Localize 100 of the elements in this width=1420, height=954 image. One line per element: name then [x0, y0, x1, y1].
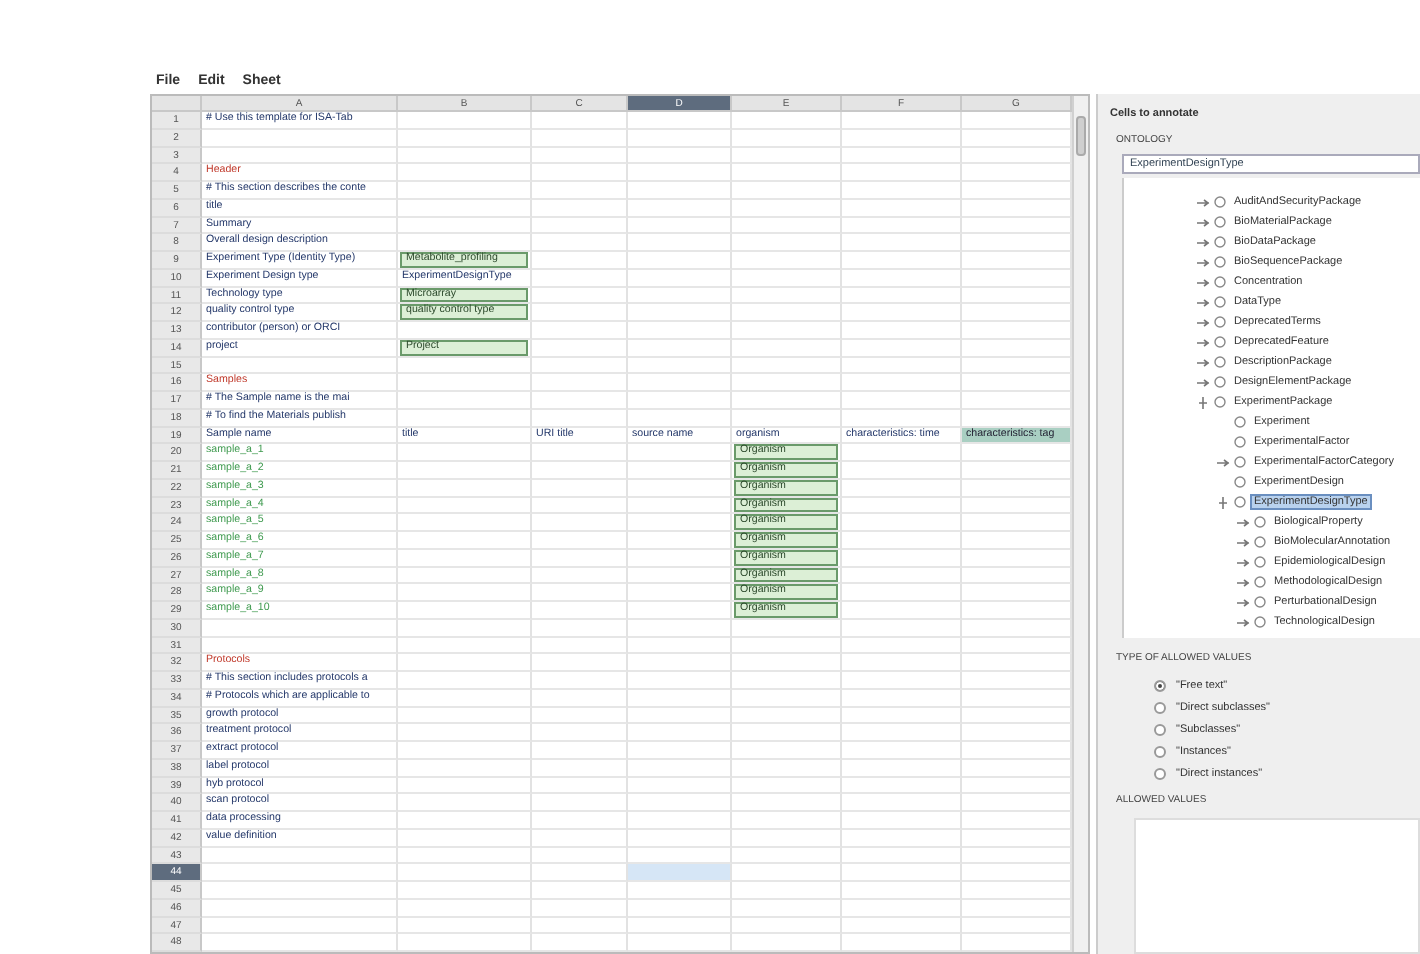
table-cell [732, 374, 842, 392]
table-cell [532, 532, 628, 550]
scrollbar[interactable] [1072, 96, 1088, 952]
table-cell [962, 444, 1072, 462]
table-cell [628, 322, 732, 340]
table-cell [732, 742, 842, 760]
table-cell [962, 514, 1072, 532]
table-cell [398, 182, 532, 200]
table-cell [732, 864, 842, 882]
table-cell [842, 234, 962, 252]
table-cell [628, 234, 732, 252]
table-cell [532, 812, 628, 830]
table-cell [962, 794, 1072, 812]
table-cell [842, 794, 962, 812]
collapsed-toggle-icon[interactable] [1216, 455, 1230, 469]
table-cell [842, 252, 962, 270]
table-cell [962, 322, 1072, 340]
table-cell [842, 322, 962, 340]
table-cell [628, 882, 732, 900]
table-cell [398, 672, 532, 690]
collapsed-toggle-icon[interactable] [1196, 255, 1210, 269]
collapsed-toggle-icon[interactable] [1196, 275, 1210, 289]
radio-icon[interactable] [1154, 746, 1166, 758]
collapsed-toggle-icon[interactable] [1236, 535, 1250, 549]
radio-icon[interactable] [1154, 702, 1166, 714]
table-cell [962, 812, 1072, 830]
table-cell [398, 882, 532, 900]
collapsed-toggle-icon[interactable] [1196, 335, 1210, 349]
table-cell [532, 322, 628, 340]
table-cell [962, 864, 1072, 882]
collapsed-toggle-icon[interactable] [1236, 515, 1250, 529]
table-cell [532, 742, 628, 760]
table-cell [962, 462, 1072, 480]
collapsed-toggle-icon[interactable] [1196, 195, 1210, 209]
table-cell [842, 812, 962, 830]
table-cell [532, 112, 628, 130]
table-cell [842, 374, 962, 392]
table-cell [962, 654, 1072, 672]
table-cell [962, 584, 1072, 602]
table-cell [842, 182, 962, 200]
table-cell [628, 672, 732, 690]
table-cell [532, 234, 628, 252]
scrollbar-thumb[interactable] [1076, 116, 1086, 156]
table-cell [732, 812, 842, 830]
table-cell [842, 882, 962, 900]
table-cell [628, 374, 732, 392]
collapsed-toggle-icon[interactable] [1196, 375, 1210, 389]
table-cell [732, 182, 842, 200]
collapsed-toggle-icon[interactable] [1236, 615, 1250, 629]
corner-cell [152, 96, 202, 112]
table-cell [532, 182, 628, 200]
table-cell [532, 672, 628, 690]
table-cell [842, 864, 962, 882]
table-cell [532, 392, 628, 410]
table-cell [732, 392, 842, 410]
table-cell [842, 164, 962, 182]
radio-icon[interactable] [1154, 680, 1166, 692]
table-cell [532, 462, 628, 480]
table-cell [842, 724, 962, 742]
table-cell [732, 112, 842, 130]
collapsed-toggle-icon[interactable] [1196, 235, 1210, 249]
table-cell [628, 794, 732, 812]
expanded-toggle-icon[interactable] [1196, 395, 1210, 409]
radio-icon[interactable] [1154, 724, 1166, 736]
expanded-toggle-icon[interactable] [1216, 495, 1230, 509]
table-cell [398, 444, 532, 462]
table-cell [732, 164, 842, 182]
table-cell [962, 304, 1072, 322]
table-cell [628, 654, 732, 672]
selected-cell[interactable] [628, 864, 732, 882]
collapsed-toggle-icon[interactable] [1196, 355, 1210, 369]
table-cell [842, 742, 962, 760]
table-cell [962, 234, 1072, 252]
table-cell [628, 304, 732, 322]
collapsed-toggle-icon[interactable] [1236, 555, 1250, 569]
table-cell [732, 794, 842, 812]
collapsed-toggle-icon[interactable] [1196, 315, 1210, 329]
table-cell [532, 882, 628, 900]
table-cell [842, 304, 962, 322]
table-cell [628, 112, 732, 130]
radio-icon[interactable] [1154, 768, 1166, 780]
collapsed-toggle-icon[interactable] [1196, 215, 1210, 229]
table-cell [532, 514, 628, 532]
table-cell [962, 164, 1072, 182]
table-cell [732, 654, 842, 672]
table-cell [398, 794, 532, 812]
table-cell [732, 882, 842, 900]
table-cell [398, 812, 532, 830]
table-cell [628, 724, 732, 742]
table-cell [842, 654, 962, 672]
table-cell [628, 252, 732, 270]
collapsed-toggle-icon[interactable] [1236, 595, 1250, 609]
collapsed-toggle-icon[interactable] [1196, 295, 1210, 309]
table-cell [962, 742, 1072, 760]
table-cell [962, 112, 1072, 130]
table-cell [398, 374, 532, 392]
table-cell [398, 864, 532, 882]
collapsed-toggle-icon[interactable] [1236, 575, 1250, 589]
table-cell [962, 672, 1072, 690]
table-cell [532, 794, 628, 812]
